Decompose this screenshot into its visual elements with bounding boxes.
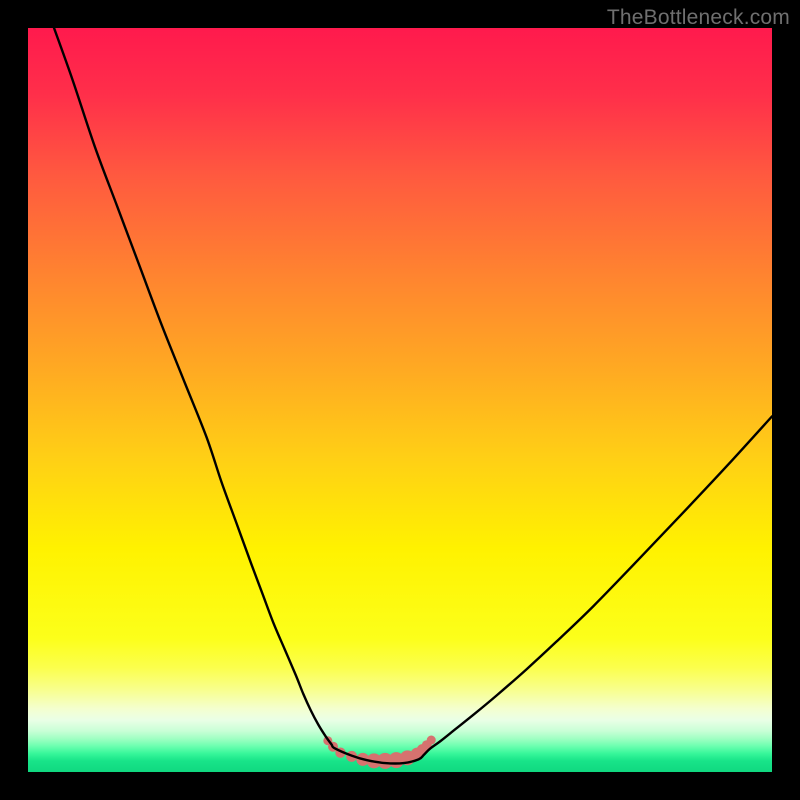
bottleneck-curve (54, 28, 772, 763)
chart-svg (28, 28, 772, 772)
bottom-marker (427, 736, 436, 745)
watermark-text: TheBottleneck.com (607, 6, 790, 30)
plot-area (28, 28, 772, 772)
chart-stage: TheBottleneck.com (0, 0, 800, 800)
